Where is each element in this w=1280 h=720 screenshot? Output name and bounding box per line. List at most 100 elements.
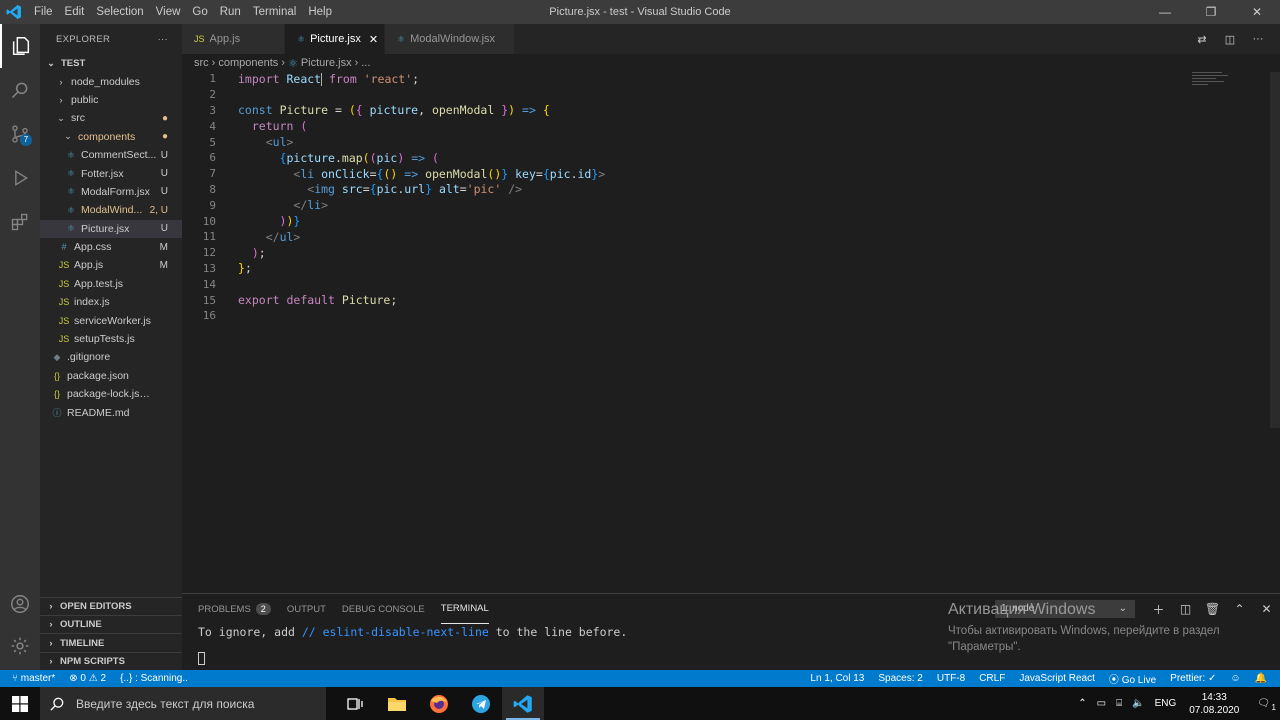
line-number: 10	[202, 214, 216, 228]
split-editor-icon[interactable]: ◫	[1216, 33, 1244, 46]
file-setuptests-js[interactable]: JS setupTests.js	[40, 330, 182, 348]
breadcrumb-src[interactable]: src	[194, 57, 209, 69]
explorer-icon[interactable]	[0, 24, 40, 68]
close-icon[interactable]: ✕	[369, 33, 378, 46]
taskbar-search[interactable]: Введите здесь текст для поиска	[40, 687, 326, 720]
folder-src[interactable]: ⌄ src ●	[40, 109, 182, 127]
menu-selection[interactable]: Selection	[90, 0, 149, 24]
editor-scrollbar[interactable]	[1270, 72, 1280, 428]
breadcrumb-symbol[interactable]: ...	[361, 57, 370, 69]
tab-app-js[interactable]: JS App.js	[182, 24, 285, 54]
file-gitignore[interactable]: ◆ .gitignore	[40, 348, 182, 366]
breadcrumb-file[interactable]: Picture.jsx	[301, 57, 352, 69]
search-icon[interactable]	[0, 68, 40, 112]
indentation-status[interactable]: Spaces: 2	[871, 673, 929, 684]
menu-terminal[interactable]: Terminal	[247, 0, 302, 24]
task-view-icon[interactable]	[334, 687, 376, 720]
bell-icon[interactable]: 🔔	[1248, 673, 1274, 684]
windows-start-icon[interactable]	[0, 687, 40, 720]
code-line: 12 );	[182, 245, 1270, 261]
volume-icon[interactable]: 🔈	[1127, 698, 1149, 709]
accounts-icon[interactable]	[0, 582, 40, 626]
menu-bar: File Edit Selection View Go Run Terminal…	[0, 0, 338, 24]
cursor-position[interactable]: Ln 1, Col 13	[803, 673, 871, 684]
file-explorer-icon[interactable]	[376, 687, 418, 720]
info-icon: ⓘ	[52, 408, 62, 419]
menu-go[interactable]: Go	[186, 0, 213, 24]
folder-public[interactable]: › public	[40, 91, 182, 109]
file-picture[interactable]: ⚛ Picture.jsx U	[40, 219, 182, 238]
chevron-up-icon[interactable]: ⌃	[1226, 602, 1253, 616]
file-modalwindow[interactable]: ⚛ ModalWind... 2, U	[40, 201, 182, 219]
branch-status[interactable]: ⑂ master*	[0, 673, 62, 684]
minimap[interactable]	[1192, 72, 1232, 92]
extensions-icon[interactable]	[0, 200, 40, 244]
menu-file[interactable]: File	[28, 0, 59, 24]
file-modalform[interactable]: ⚛ ModalForm.jsx U	[40, 183, 182, 201]
language-mode[interactable]: JavaScript React	[1012, 673, 1102, 684]
file-app-css[interactable]: # App.css M	[40, 238, 182, 256]
close-window-button[interactable]: ✕	[1234, 0, 1280, 24]
menu-run[interactable]: Run	[214, 0, 247, 24]
dot-icon: ◆	[53, 351, 61, 362]
section-outline[interactable]: › OUTLINE	[40, 615, 182, 633]
js-icon: JS	[58, 334, 70, 345]
run-debug-icon[interactable]	[0, 156, 40, 200]
battery-icon[interactable]: ▭	[1092, 698, 1111, 709]
feedback-icon[interactable]: ☺	[1223, 673, 1247, 684]
minimize-button[interactable]: —	[1142, 0, 1188, 24]
open-changes-icon[interactable]: ⇄	[1188, 33, 1216, 46]
folder-node-modules[interactable]: › node_modules	[40, 72, 182, 90]
close-icon[interactable]: ✕	[1253, 602, 1280, 616]
tab-picture-jsx[interactable]: ⚛ Picture.jsx ✕	[285, 24, 385, 54]
menu-edit[interactable]: Edit	[59, 0, 91, 24]
file-app-test-js[interactable]: JS App.test.js	[40, 275, 182, 293]
tab-terminal[interactable]: TERMINAL	[440, 594, 489, 624]
tab-debug-console[interactable]: DEBUG CONSOLE	[342, 594, 425, 624]
file-package-json[interactable]: {} package.json	[40, 367, 182, 385]
chevron-up-icon[interactable]: ⌃	[1073, 698, 1091, 709]
file-fotter[interactable]: ⚛ Fotter.jsx U	[40, 164, 182, 182]
settings-gear-icon[interactable]	[0, 624, 40, 668]
scanning-status[interactable]: {..} : Scanning..	[113, 673, 195, 684]
vscode-taskbar-icon[interactable]	[502, 687, 544, 720]
tree-root-test[interactable]: ⌄ TEST	[40, 54, 182, 72]
telegram-icon[interactable]	[460, 687, 502, 720]
section-npm-scripts[interactable]: › NPM SCRIPTS	[40, 651, 182, 670]
more-actions-icon[interactable]: ···	[1244, 33, 1272, 45]
menu-view[interactable]: View	[150, 0, 187, 24]
file-index-js[interactable]: JS index.js	[40, 293, 182, 311]
network-icon[interactable]: ⌸	[1111, 698, 1127, 709]
file-readme[interactable]: ⓘ README.md	[40, 403, 182, 421]
language-indicator[interactable]: ENG	[1150, 698, 1182, 709]
clock[interactable]: 14:33 07.08.2020	[1181, 691, 1247, 717]
tab-label: TERMINAL	[440, 603, 489, 614]
notification-center-icon[interactable]: 🗨 1	[1247, 698, 1280, 712]
tab-problems[interactable]: PROBLEMS 2	[198, 594, 271, 624]
encoding-status[interactable]: UTF-8	[930, 673, 972, 684]
file-app-js[interactable]: JS App.js M	[40, 256, 182, 274]
file-package-lock-json[interactable]: {} package-lock.json	[40, 385, 182, 403]
code-line: 6 {picture.map((pic) => (	[182, 150, 1270, 166]
line-number: 15	[202, 293, 216, 307]
maximize-button[interactable]: ❐	[1188, 0, 1234, 24]
section-timeline[interactable]: › TIMELINE	[40, 633, 182, 651]
firefox-icon[interactable]	[418, 687, 460, 720]
go-live-button[interactable]: ⦿ Go Live	[1102, 671, 1163, 686]
file-serviceworker-js[interactable]: JS serviceWorker.js	[40, 311, 182, 329]
breadcrumb-components[interactable]: components	[218, 57, 278, 69]
source-control-icon[interactable]: 7	[0, 112, 40, 156]
tab-modalwindow-jsx[interactable]: ⚛ ModalWindow.jsx	[385, 24, 515, 54]
more-actions-icon[interactable]: ···	[158, 34, 168, 45]
eol-status[interactable]: CRLF	[972, 673, 1012, 684]
code-line: 7 <li onClick={() => openModal()} key={p…	[182, 166, 1270, 182]
code-editor[interactable]: 1 import React from 'react'; 2 3 const Pic…	[182, 71, 1270, 593]
tab-output[interactable]: OUTPUT	[287, 594, 326, 624]
problems-status[interactable]: ⊗ 0 ⚠ 2	[62, 673, 113, 684]
file-commentsection[interactable]: ⚛ CommentSect... U	[40, 146, 182, 164]
menu-help[interactable]: Help	[302, 0, 338, 24]
section-open-editors[interactable]: › OPEN EDITORS	[40, 596, 182, 615]
prettier-status[interactable]: Prettier: ✓	[1163, 673, 1223, 684]
folder-components[interactable]: ⌄ components ●	[40, 128, 182, 146]
chevron-right-icon: ›	[49, 619, 53, 631]
